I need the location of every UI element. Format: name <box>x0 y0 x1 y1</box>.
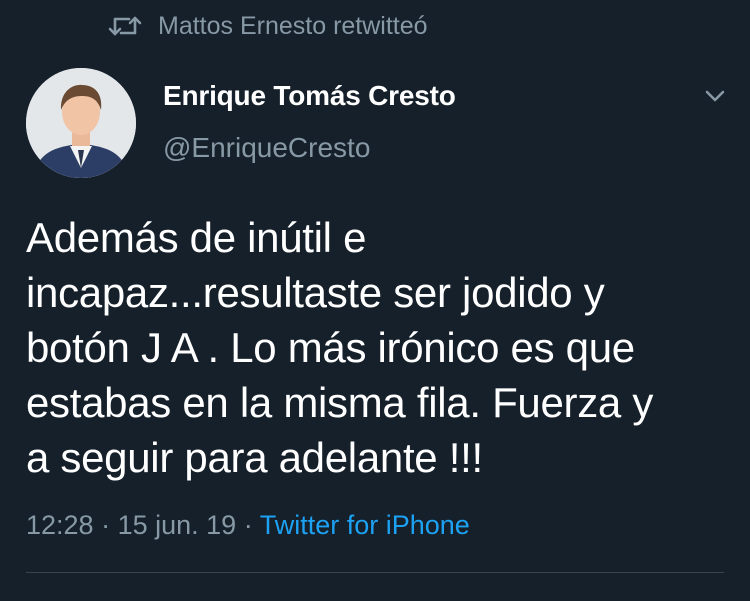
author-handle[interactable]: @EnriqueCresto <box>163 132 370 164</box>
tweet-source-link[interactable]: Twitter for iPhone <box>260 510 470 540</box>
retweet-context[interactable]: Mattos Ernesto retwitteó <box>108 8 428 44</box>
tweet-line: botón J A . Lo más irónico es que <box>26 324 635 371</box>
tweet-line: Además de inútil e <box>26 214 367 261</box>
tweet-date[interactable]: 15 jun. 19 <box>118 510 237 540</box>
tweet-time[interactable]: 12:28 <box>26 510 94 540</box>
tweet-line: incapaz...resultaste ser jodido y <box>26 269 605 316</box>
chevron-down-icon[interactable] <box>700 84 730 108</box>
tweet-text: Además de inútil e incapaz...resultaste … <box>26 210 726 485</box>
tweet-line: estabas en la misma fila. Fuerza y <box>26 379 654 426</box>
retweet-label: Mattos Ernesto retwitteó <box>158 11 428 40</box>
avatar-image <box>26 68 136 178</box>
meta-separator: · <box>93 510 118 540</box>
avatar[interactable] <box>26 68 136 178</box>
retweet-icon <box>108 16 142 36</box>
divider <box>26 572 724 573</box>
tweet-meta: 12:28 · 15 jun. 19 · Twitter for iPhone <box>26 510 470 541</box>
meta-separator: · <box>236 510 260 540</box>
author-display-name[interactable]: Enrique Tomás Cresto <box>163 80 456 112</box>
tweet-line: a seguir para adelante !!! <box>26 434 483 481</box>
